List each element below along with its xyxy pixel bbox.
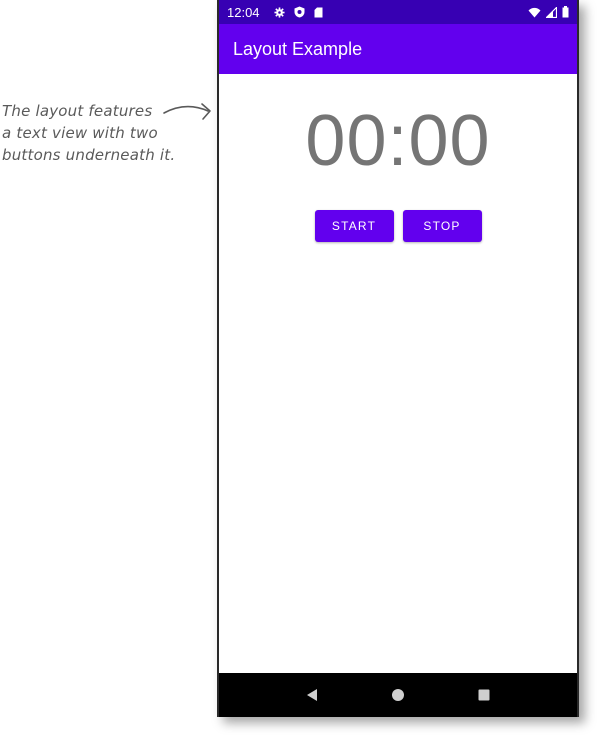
battery-icon xyxy=(562,6,569,18)
app-title: Layout Example xyxy=(233,38,363,59)
sd-card-icon xyxy=(314,7,323,17)
page: The layout features a text view with two… xyxy=(0,0,600,742)
annotation: The layout features a text view with two… xyxy=(2,100,212,180)
annotation-line: The layout features xyxy=(2,102,153,120)
navigation-bar xyxy=(219,673,577,717)
phone-screen: 12:04 Layout Example 00:00 START STOP xyxy=(217,0,579,717)
arrow-icon xyxy=(163,103,211,120)
app-bar: Layout Example xyxy=(219,24,577,74)
recents-icon xyxy=(478,689,490,701)
recents-button[interactable] xyxy=(474,685,494,705)
back-button[interactable] xyxy=(302,685,322,705)
stop-button[interactable]: STOP xyxy=(402,210,482,242)
time-display: 00:00 xyxy=(305,101,491,181)
back-icon xyxy=(307,689,317,701)
gear-icon xyxy=(274,6,285,18)
annotation-line: a text view with two xyxy=(2,124,158,142)
home-button[interactable] xyxy=(388,685,408,705)
button-row: START STOP xyxy=(219,210,577,242)
home-icon xyxy=(392,689,404,701)
main-content: 00:00 START STOP xyxy=(219,74,577,673)
annotation-line: buttons underneath it. xyxy=(2,146,176,164)
start-button[interactable]: START xyxy=(314,210,394,242)
status-icons-left xyxy=(274,6,323,18)
status-icons-right xyxy=(528,6,569,18)
shield-icon xyxy=(294,6,305,18)
wifi-icon xyxy=(528,7,541,17)
status-time: 12:04 xyxy=(227,4,260,20)
signal-icon xyxy=(546,6,557,18)
annotation-text: The layout features a text view with two… xyxy=(2,100,175,166)
status-bar: 12:04 xyxy=(219,0,577,24)
